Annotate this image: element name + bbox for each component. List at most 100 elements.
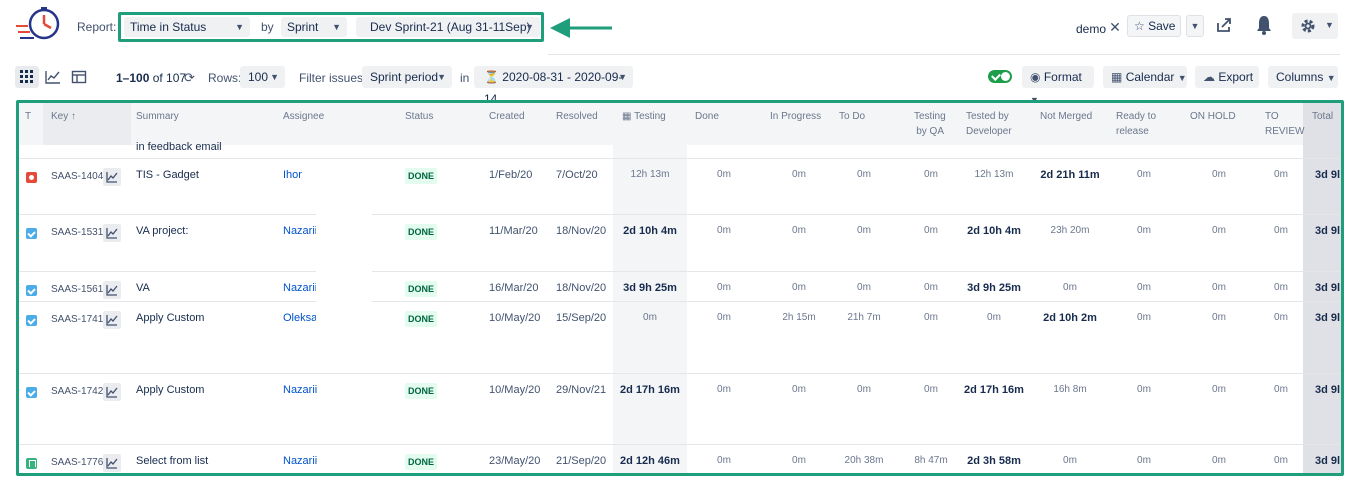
total-duration: 3d 9l — [1315, 312, 1341, 324]
created-date: 10/May/20 — [489, 384, 541, 396]
header-key[interactable]: Key ↑ — [51, 109, 76, 124]
table-row[interactable]: SAAS-1531 VA project: Nazarii DONE 11/Mar/20… — [19, 214, 1341, 271]
duration-to-review: 0m — [1274, 384, 1288, 395]
issue-chart-icon[interactable] — [103, 281, 121, 299]
header-summary[interactable]: Summary — [136, 109, 179, 124]
header-in-progress[interactable]: In Progress — [770, 109, 821, 124]
header-ready-to-release[interactable]: Ready to release — [1116, 109, 1156, 139]
header-testing[interactable]: ▦ Testing — [622, 109, 666, 124]
issue-key-link[interactable]: SAAS-1404 — [51, 171, 103, 182]
header-type[interactable]: T — [25, 109, 31, 124]
assignee-link[interactable]: Nazarii — [283, 225, 317, 237]
app-logo-icon — [16, 7, 60, 40]
header-to-review[interactable]: TO REVIEW — [1265, 109, 1304, 139]
calendar-button[interactable]: ▦ Calendar ▼ — [1103, 66, 1187, 88]
created-date: 23/May/20 — [489, 455, 541, 467]
header-assignee[interactable]: Assignee — [283, 109, 324, 124]
format-button[interactable]: ◉ Format ▼ — [1022, 66, 1094, 105]
duration-tested-by-dev: 2d 10h 4m — [967, 225, 1021, 237]
grid-view-button[interactable] — [15, 66, 39, 88]
issue-chart-icon[interactable] — [103, 168, 121, 186]
chart-view-button[interactable] — [41, 66, 65, 88]
chevron-down-icon: ▼ — [1325, 20, 1334, 30]
created-date: 16/Mar/20 — [489, 282, 539, 294]
status-badge: DONE — [405, 281, 438, 297]
duration-not-merged: 23h 20m — [1050, 225, 1090, 236]
range-bold: 1–100 — [116, 71, 150, 85]
issue-key-link[interactable]: SAAS-1742 — [51, 386, 103, 397]
settings-button[interactable]: ▼ — [1292, 13, 1338, 39]
clear-filter-icon[interactable]: ✕ — [1106, 16, 1124, 38]
pagination-range: 1–100 of 107 — [116, 71, 186, 85]
header-tested-by-developer[interactable]: Tested by Developer — [966, 109, 1012, 139]
eye-icon: ◉ — [1030, 70, 1041, 84]
save-button[interactable]: ☆ Save — [1127, 15, 1181, 37]
header-to-do[interactable]: To Do — [839, 109, 865, 124]
header-testing-by-qa[interactable]: Testing by QA — [914, 109, 946, 139]
chevron-down-icon: ▼ — [235, 22, 244, 32]
duration-in-progress: 2h 15m — [782, 312, 816, 323]
issue-key-link[interactable]: SAAS-1531 — [51, 227, 103, 238]
duration-on-hold: 0m — [1212, 455, 1226, 466]
duration-to-do: 20h 38m — [844, 455, 884, 466]
header-done[interactable]: Done — [695, 109, 719, 124]
sprint-select[interactable]: Dev Sprint-21 (Aug 31-11Sep) ▼ — [356, 17, 540, 37]
total-duration: 3d 9l — [1315, 225, 1341, 237]
report-type-select[interactable]: Time in Status ▼ — [124, 17, 250, 37]
refresh-icon[interactable]: ⟳ — [184, 70, 195, 86]
header-created[interactable]: Created — [489, 109, 525, 124]
header-divider — [548, 54, 1340, 55]
share-icon[interactable] — [1215, 16, 1233, 34]
issue-key-link[interactable]: SAAS-1776 — [51, 457, 103, 468]
issue-chart-icon[interactable] — [103, 224, 121, 242]
calendar-icon: ▦ — [1111, 70, 1123, 84]
assignee-link[interactable]: Nazarii — [283, 455, 317, 467]
header-on-hold[interactable]: ON HOLD — [1190, 109, 1236, 124]
column-group-icon: ▦ — [622, 111, 632, 122]
issue-key-link[interactable]: SAAS-1561 — [51, 284, 103, 295]
duration-ready: 0m — [1137, 312, 1151, 323]
filter-period-select[interactable]: Sprint period ▼ — [362, 66, 452, 88]
resolved-date: 21/Sep/20 — [556, 455, 607, 467]
columns-label: Columns — [1276, 70, 1324, 84]
chevron-down-icon: ▼ — [270, 72, 279, 82]
assignee-link[interactable]: Nazarii — [283, 282, 317, 294]
table-row[interactable]: SAAS-1776 Select from list Nazarii DONE 23/M… — [19, 444, 1341, 473]
resolved-date: 18/Nov/20 — [556, 225, 607, 237]
assignee-link[interactable]: Nazarii — [283, 384, 317, 396]
issue-chart-icon[interactable] — [103, 454, 121, 472]
header-resolved[interactable]: Resolved — [556, 109, 598, 124]
date-range-select[interactable]: ⏳ 2020-08-31 - 2020-09-14 ▼ — [474, 66, 633, 106]
duration-in-progress: 0m — [792, 384, 806, 395]
rows-select[interactable]: 100 ▼ — [240, 66, 285, 88]
table-row[interactable]: SAAS-1741 Apply Custom Oleksandr DONE 10/May… — [19, 301, 1341, 373]
columns-button[interactable]: Columns ▼ — [1268, 66, 1338, 88]
header-total[interactable]: Total — [1312, 109, 1333, 124]
issue-key-link[interactable]: SAAS-1741 — [51, 314, 103, 325]
rows-label: Rows: — [208, 71, 242, 85]
pivot-view-button[interactable] — [67, 66, 91, 88]
issue-chart-icon[interactable] — [103, 383, 121, 401]
chevron-down-icon: ▼ — [1177, 73, 1187, 83]
resolved-date: 7/Oct/20 — [556, 169, 598, 181]
assignee-link[interactable]: Ihor — [283, 169, 302, 181]
duration-to-review: 0m — [1274, 312, 1288, 323]
bell-icon[interactable] — [1255, 14, 1273, 36]
total-duration: 3d 9l — [1315, 282, 1341, 294]
total-duration: 3d 9l — [1315, 169, 1341, 181]
issue-summary: VA — [136, 282, 150, 294]
table-row[interactable]: SAAS-1404 TIS - Gadget Ihor DONE 1/Feb/20 7/O… — [19, 158, 1341, 214]
duration-ready: 0m — [1137, 455, 1151, 466]
table-row[interactable]: SAAS-1742 Apply Custom Nazarii DONE 10/May/2… — [19, 373, 1341, 444]
header-status[interactable]: Status — [405, 109, 433, 124]
issue-chart-icon[interactable] — [103, 311, 121, 329]
save-dropdown-button[interactable]: ▼ — [1186, 15, 1204, 37]
duration-not-merged: 0m — [1063, 455, 1077, 466]
export-button[interactable]: ☁ Export — [1195, 66, 1259, 88]
group-by-select[interactable]: Sprint ▼ — [281, 17, 347, 37]
header-not-merged[interactable]: Not Merged — [1040, 109, 1092, 124]
issue-summary: VA project: — [136, 225, 189, 237]
toggle-switch[interactable] — [988, 70, 1012, 83]
table-row[interactable]: SAAS-1561 VA Nazarii DONE 16/Mar/20 18/Nov/20… — [19, 271, 1341, 301]
issue-summary: Apply Custom — [136, 312, 205, 324]
